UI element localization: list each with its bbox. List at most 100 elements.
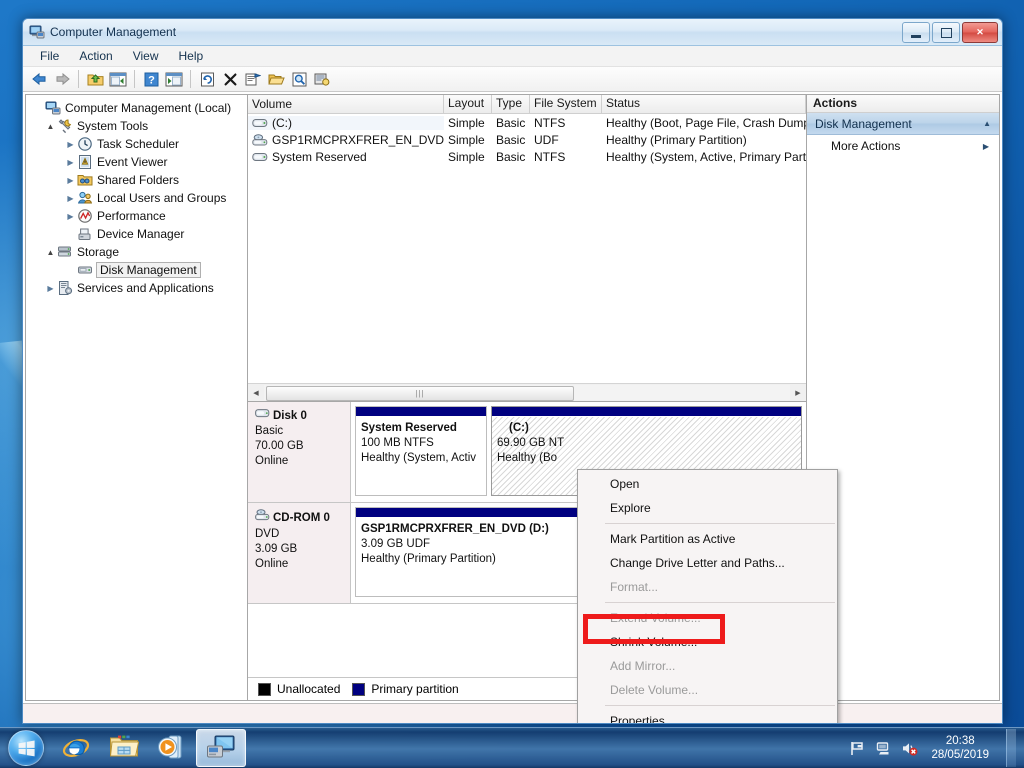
actions-section-disk-management[interactable]: Disk Management ▲ [807,113,999,135]
tree-expander-expanded-icon[interactable]: ▲ [44,122,57,131]
disk-info-cd-rom-0[interactable]: CD-ROM 0 DVD 3.09 GB Online [248,503,351,603]
show-action-pane-icon[interactable] [164,69,184,89]
disk-state: Online [255,455,289,467]
tree-expander-expanded-icon[interactable]: ▲ [44,248,57,257]
tree-item-device-manager[interactable]: Device Manager [30,225,247,243]
tree-expander-collapsed-icon[interactable]: ▶ [64,176,77,185]
taskbar-item-windows-media-player[interactable] [148,730,196,766]
partition-details: System Reserved 100 MB NTFS Healthy (Sys… [356,417,486,495]
window-title: Computer Management [50,25,177,39]
show-desktop-button[interactable] [1006,729,1016,767]
cell-layout: Simple [448,149,485,164]
tree-expander-collapsed-icon[interactable]: ▶ [44,284,57,293]
back-arrow-icon[interactable] [29,69,49,89]
disk-type: Basic [255,425,284,437]
console-tree-pane: Computer Management (Local) ▲ System Too… [25,94,247,701]
performance-icon [77,208,93,224]
table-row[interactable]: System Reserved Simple Basic NTFS Health… [248,148,806,165]
disk-capacity: 70.00 GB [255,440,304,452]
cell-type: Basic [496,132,526,147]
action-center-flag-icon[interactable] [849,740,866,757]
taskbar-item-windows-explorer[interactable] [100,730,148,766]
network-icon[interactable] [875,740,892,757]
tree-item-shared-folders[interactable]: ▶ Shared Folders [30,171,247,189]
tree-item-services-and-applications[interactable]: ▶ Services and Applications [30,279,247,297]
maximize-button[interactable] [932,22,960,43]
scrollbar-thumb[interactable]: ||| [266,386,574,401]
windows-explorer-icon [109,734,140,762]
console-tree: Computer Management (Local) ▲ System Too… [26,95,247,297]
tree-item-local-users-and-groups[interactable]: ▶ Local Users and Groups [30,189,247,207]
show-hide-tree-icon[interactable] [108,69,128,89]
tree-item-disk-management[interactable]: Disk Management [30,261,247,279]
table-row[interactable]: GSP1RMCPRXFRER_EN_DVD (D:) Simple Basic … [248,131,806,148]
internet-explorer-icon [62,733,90,764]
scroll-left-arrow-icon[interactable]: ◀ [248,385,264,400]
tree-item-system-tools[interactable]: ▲ System Tools [30,117,247,135]
refresh-icon[interactable] [197,69,217,89]
menu-item-view[interactable]: View [124,47,168,65]
disk-name-label: Disk 0 [273,409,307,422]
menu-item-help[interactable]: Help [170,47,213,65]
rescan-disks-icon[interactable] [312,69,332,89]
context-menu-item-change-drive-letter-and-paths[interactable]: Change Drive Letter and Paths... [578,551,837,575]
status-bar [23,703,1002,723]
scroll-right-arrow-icon[interactable]: ▶ [790,385,806,400]
disk-info-disk-0[interactable]: Disk 0 Basic 70.00 GB Online [248,402,351,502]
tree-item-label: System Tools [77,119,149,133]
tree-expander-collapsed-icon[interactable]: ▶ [64,194,77,203]
minimize-button[interactable] [902,22,930,43]
window-controls: ✕ [902,22,998,43]
tree-item-storage[interactable]: ▲ Storage [30,243,247,261]
menu-bar: File Action View Help [23,46,1002,67]
column-header-layout[interactable]: Layout [444,95,492,113]
context-menu-item-shrink-volume[interactable]: Shrink Volume... [578,630,837,654]
context-menu-item-explore[interactable]: Explore [578,496,837,520]
taskbar-clock[interactable]: 20:38 28/05/2019 [927,734,993,762]
partition-size: 100 MB NTFS [361,437,434,449]
tree-item-task-scheduler[interactable]: ▶ Task Scheduler [30,135,247,153]
scrollbar-track[interactable]: ||| [264,385,790,401]
delete-icon[interactable] [220,69,240,89]
column-header-type[interactable]: Type [492,95,530,113]
find-icon[interactable] [289,69,309,89]
action-item-more-actions[interactable]: More Actions ▶ [807,135,999,157]
tree-expander-collapsed-icon[interactable]: ▶ [64,212,77,221]
column-header-status[interactable]: Status [602,95,806,113]
open-folder-icon[interactable] [266,69,286,89]
submenu-arrow-icon: ▶ [982,141,989,151]
taskbar-item-computer-management[interactable] [196,729,246,767]
partition-system-reserved[interactable]: System Reserved 100 MB NTFS Healthy (Sys… [355,406,487,496]
title-bar[interactable]: Computer Management ✕ [23,19,1002,46]
close-button[interactable]: ✕ [962,22,998,43]
taskbar-item-internet-explorer[interactable] [52,730,100,766]
partition-label: (C:) [509,422,529,434]
toolbar-separator [190,70,191,88]
column-header-volume[interactable]: Volume [248,95,444,113]
properties-icon[interactable] [243,69,263,89]
toolbar-separator [78,70,79,88]
forward-arrow-icon[interactable] [52,69,72,89]
up-folder-icon[interactable] [85,69,105,89]
context-menu-item-properties[interactable]: Properties [578,709,837,723]
menu-item-action[interactable]: Action [70,47,121,65]
tree-expander-collapsed-icon[interactable]: ▶ [64,140,77,149]
volume-icon [252,117,268,129]
context-menu-item-open[interactable]: Open [578,472,837,496]
tree-item-root[interactable]: Computer Management (Local) [30,99,247,117]
volume-list-hscrollbar[interactable]: ◀ ||| ▶ [248,383,806,401]
tree-item-performance[interactable]: ▶ Performance [30,207,247,225]
collapse-caret-icon[interactable]: ▲ [983,119,991,128]
column-header-file-system[interactable]: File System [530,95,602,113]
tree-item-event-viewer[interactable]: ▶ Event Viewer [30,153,247,171]
context-menu-item-mark-partition-as-active[interactable]: Mark Partition as Active [578,527,837,551]
start-orb-icon [8,730,44,766]
disk-capacity: 3.09 GB [255,543,298,555]
start-button[interactable] [0,729,52,767]
help-icon[interactable]: ? [141,69,161,89]
table-row[interactable]: (C:) Simple Basic NTFS Healthy (Boot, Pa… [248,114,806,131]
tree-expander-collapsed-icon[interactable]: ▶ [64,158,77,167]
volume-muted-icon[interactable] [901,740,918,757]
menu-item-file[interactable]: File [31,47,68,65]
event-viewer-icon [77,154,93,170]
